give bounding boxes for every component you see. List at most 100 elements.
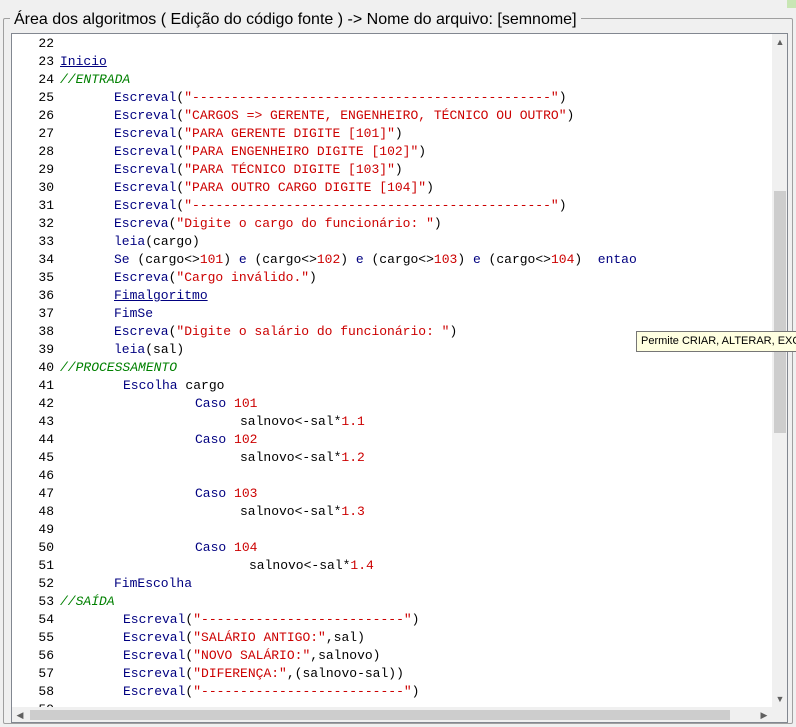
- line-code: Escreval("PARA GERENTE DIGITE [101]"): [114, 125, 403, 143]
- code-text-area[interactable]: 22 23 Inicio 24 //ENTRADA 25 Escreval("-------…: [12, 34, 772, 707]
- vertical-scrollbar[interactable]: ▲ ▼: [772, 34, 787, 707]
- line-code: leia(sal): [114, 341, 184, 359]
- keyword-token: Caso: [195, 540, 227, 555]
- code-token: salnovo<-sal*: [240, 450, 342, 465]
- keyword-token: Escreval: [114, 162, 177, 177]
- line-number: 24: [38, 72, 54, 87]
- line-code: salnovo<-sal*1.1: [240, 413, 365, 431]
- code-token: ): [433, 216, 442, 231]
- code-editor[interactable]: 22 23 Inicio 24 //ENTRADA 25 Escreval("-------…: [11, 33, 788, 723]
- line-number: 27: [38, 126, 54, 141]
- line-number: 58: [38, 684, 54, 699]
- string-token: "PARA ENGENHEIRO DIGITE [102]": [184, 144, 419, 159]
- line-number: 56: [38, 648, 54, 663]
- code-token: cargo: [177, 378, 225, 393]
- line-code: Escolha cargo: [123, 377, 224, 395]
- line-code: Caso 101: [195, 395, 257, 413]
- keyword-token: leia: [114, 342, 146, 357]
- code-token: ,sal): [325, 630, 365, 645]
- top-right-accent: [787, 0, 796, 8]
- line-code: Fimalgoritmo: [114, 287, 208, 305]
- line-number: 34: [38, 252, 54, 267]
- string-token: "DIFERENÇA:": [193, 666, 287, 681]
- number-token: 1.2: [341, 450, 365, 465]
- line-code: leia(cargo): [114, 233, 200, 251]
- line-number: 50: [38, 540, 54, 555]
- code-token: salnovo<-sal*: [240, 504, 342, 519]
- line-number: 31: [38, 198, 54, 213]
- line-number: 41: [38, 378, 54, 393]
- number-token: 104: [550, 252, 575, 267]
- line-code: Caso 104: [195, 539, 257, 557]
- line-code: salnovo<-sal*1.2: [240, 449, 365, 467]
- line-code: Escreval("--------------------------"): [123, 683, 419, 701]
- code-token: ): [340, 252, 356, 267]
- string-token: "Cargo inválido.": [176, 270, 310, 285]
- line-number: 36: [38, 288, 54, 303]
- string-token: "SALÁRIO ANTIGO:": [193, 630, 326, 645]
- number-token: 103: [433, 252, 458, 267]
- scroll-up-icon[interactable]: ▲: [772, 34, 787, 50]
- line-number: 43: [38, 414, 54, 429]
- scroll-right-icon[interactable]: ▶: [756, 707, 772, 722]
- line-number: 30: [38, 180, 54, 195]
- line-code: Escreval("DIFERENÇA:",(salnovo-sal)): [123, 665, 404, 683]
- code-token: ): [449, 324, 458, 339]
- keyword-token: Escreval: [123, 666, 186, 681]
- code-token: ,salnovo): [310, 648, 381, 663]
- number-token: 1.3: [341, 504, 365, 519]
- line-number: 29: [38, 162, 54, 177]
- keyword-token: e: [238, 252, 247, 267]
- line-number: 53: [38, 594, 54, 609]
- string-token: "CARGOS => GERENTE, ENGENHEIRO, TÉCNICO …: [184, 108, 567, 123]
- number-token: 101: [234, 396, 258, 411]
- line-code: //SAÍDA: [60, 593, 115, 611]
- line-number: 22: [38, 36, 54, 51]
- string-token: "--------------------------": [193, 612, 412, 627]
- keyword-token: Escreval: [114, 90, 177, 105]
- vertical-scroll-thumb[interactable]: [774, 191, 786, 433]
- code-token: (sal): [145, 342, 185, 357]
- line-number: 35: [38, 270, 54, 285]
- line-code: FimEscolha: [114, 575, 192, 593]
- line-code: Escreval("SALÁRIO ANTIGO:",sal): [123, 629, 365, 647]
- line-code: salnovo<-sal*1.4: [249, 557, 374, 575]
- line-code: Escreval("------------------------------…: [114, 89, 567, 107]
- line-code: Escreva("Cargo inválido."): [114, 269, 317, 287]
- scroll-down-icon[interactable]: ▼: [772, 691, 787, 707]
- code-token: (cargo<>: [480, 252, 551, 267]
- line-code: Escreval("PARA ENGENHEIRO DIGITE [102]"): [114, 143, 426, 161]
- comment-token: //SAÍDA: [60, 594, 115, 609]
- line-code: Escreva("Digite o salário do funcionário…: [114, 323, 457, 341]
- horizontal-scroll-thumb[interactable]: [30, 710, 730, 720]
- line-number: 54: [38, 612, 54, 627]
- line-code: Caso 103: [195, 485, 257, 503]
- line-number: 51: [38, 558, 54, 573]
- line-number: 46: [38, 468, 54, 483]
- line-code: Escreval("PARA OUTRO CARGO DIGITE [104]"…: [114, 179, 434, 197]
- line-number: 52: [38, 576, 54, 591]
- line-number: 32: [38, 216, 54, 231]
- line-number: 38: [38, 324, 54, 339]
- keyword-token: Escreval: [123, 684, 186, 699]
- string-token: "---------------------------------------…: [184, 90, 559, 105]
- keyword-token: Escreval: [114, 126, 177, 141]
- tooltip: Permite CRIAR, ALTERAR, EXC: [636, 331, 796, 352]
- keyword-token: Escreval: [123, 630, 186, 645]
- line-number: 26: [38, 108, 54, 123]
- code-token: ): [411, 684, 420, 699]
- line-code: Escreval("NOVO SALÁRIO:",salnovo): [123, 647, 380, 665]
- line-code: //ENTRADA: [60, 71, 130, 89]
- line-code: Caso 102: [195, 431, 257, 449]
- horizontal-scrollbar[interactable]: ◀ ▶: [12, 707, 772, 722]
- scroll-left-icon[interactable]: ◀: [12, 707, 28, 722]
- line-code: Escreval("PARA TÉCNICO DIGITE [103]"): [114, 161, 403, 179]
- keyword-token: Escolha: [123, 378, 178, 393]
- keyword-token: Escreval: [114, 108, 177, 123]
- code-token: ,(salnovo-sal)): [286, 666, 404, 681]
- line-number: 42: [38, 396, 54, 411]
- keyword-token: Escreval: [114, 198, 177, 213]
- line-code: Se (cargo<>101) e (cargo<>102) e (cargo<…: [114, 251, 637, 269]
